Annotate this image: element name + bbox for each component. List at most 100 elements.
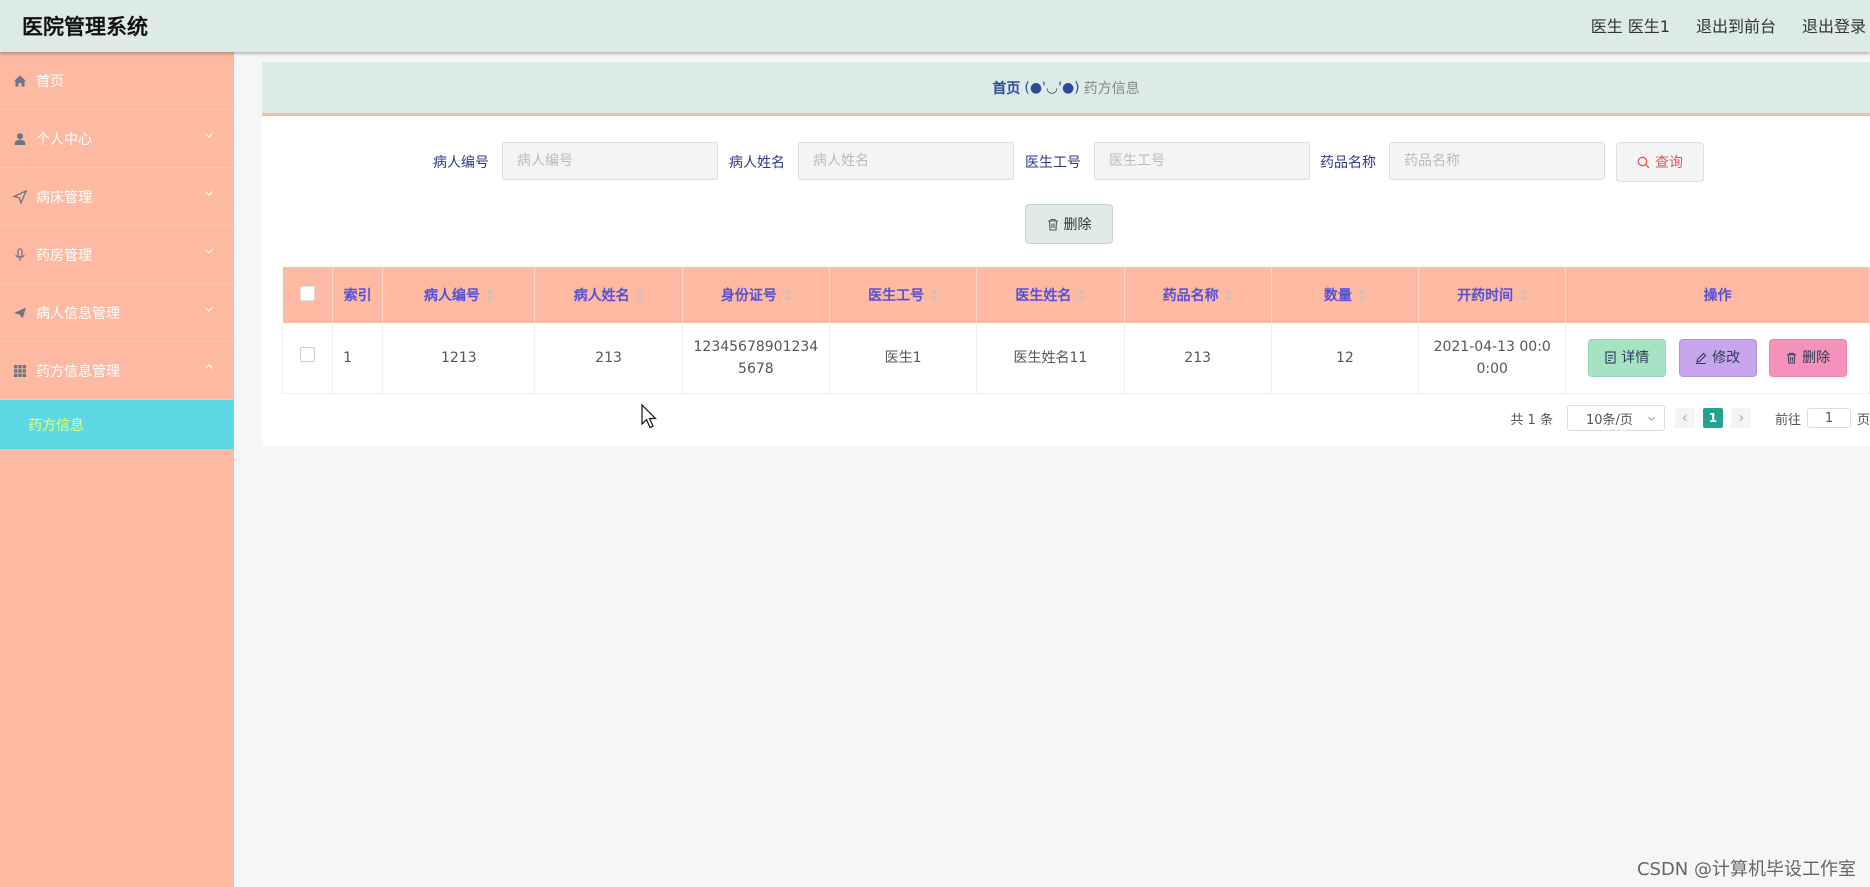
breadcrumb-current: 药方信息: [1083, 80, 1140, 97]
query-button[interactable]: 查询: [1616, 142, 1704, 182]
search-bar: 病人编号 病人姓名 医生工号 药品名称 查询: [262, 142, 1870, 182]
sort-icon[interactable]: [1077, 290, 1086, 302]
select-all-checkbox[interactable]: [299, 285, 315, 301]
sidebar-item-label: 病床管理: [36, 189, 92, 206]
send-icon: [12, 189, 28, 205]
chevron-left-icon: [1682, 414, 1687, 422]
mouse-cursor-icon: [641, 404, 657, 429]
home-icon: [12, 73, 28, 89]
drug-name-input[interactable]: [1389, 142, 1605, 180]
sidebar-item-pharmacy-management[interactable]: 药房管理: [0, 226, 234, 284]
cell-id-card: 123456789012345678: [682, 323, 831, 394]
trash-icon: [1787, 353, 1797, 364]
table-header-row: 索引 病人编号 病人姓名 身份证号 医生工号 医生姓名 药品名称 数量 开药时间…: [282, 267, 1870, 323]
sidebar-subitem-prescription-info[interactable]: 药方信息: [0, 400, 234, 449]
logout-link[interactable]: 退出登录: [1802, 13, 1866, 37]
breadcrumb: 首页 (●'◡'●) 药方信息: [262, 62, 1870, 116]
doctor-no-input[interactable]: [1094, 142, 1310, 180]
app-title: 医院管理系统: [22, 15, 148, 39]
prev-page-button[interactable]: [1674, 408, 1695, 428]
breadcrumb-home[interactable]: 首页: [992, 78, 1020, 98]
column-header-drug-name[interactable]: 药品名称: [1124, 267, 1272, 323]
goto-page-input[interactable]: [1806, 408, 1851, 428]
next-page-button[interactable]: [1730, 408, 1751, 428]
paper-plane-icon: [12, 305, 28, 321]
cell-index: 1: [332, 323, 384, 394]
sidebar-item-home[interactable]: 首页: [0, 52, 234, 110]
watermark: CSDN @计算机毕设工作室: [1636, 859, 1856, 880]
sort-icon[interactable]: [1357, 290, 1366, 302]
chevron-right-icon: [1739, 414, 1744, 422]
column-header-patient-no[interactable]: 病人编号: [382, 267, 536, 323]
row-checkbox[interactable]: [300, 347, 316, 362]
user-icon: [12, 131, 28, 147]
column-header-actions: 操作: [1565, 267, 1870, 323]
patient-no-input[interactable]: [502, 142, 718, 180]
pagination: 共 1 条 10条/页 1 前往 页: [1510, 405, 1870, 431]
chevron-down-icon: [1647, 416, 1656, 421]
column-header-patient-name[interactable]: 病人姓名: [534, 267, 683, 323]
sidebar-item-bed-management[interactable]: 病床管理: [0, 168, 234, 226]
column-header-doctor-no[interactable]: 医生工号: [829, 267, 978, 323]
patient-name-label: 病人姓名: [729, 155, 785, 171]
sidebar-item-prescription-management[interactable]: 药方信息管理: [0, 342, 234, 400]
cell-time: 2021-04-13 00:00:00: [1418, 323, 1567, 394]
batch-delete-button[interactable]: 删除: [1025, 204, 1113, 244]
document-icon: [1605, 351, 1616, 364]
patient-name-input[interactable]: [798, 142, 1014, 180]
goto-label: 前往: [1774, 412, 1801, 428]
top-links: 医生 医生1 退出到前台 退出登录: [1565, 13, 1866, 37]
microphone-icon: [12, 247, 28, 263]
page-unit-label: 页: [1856, 412, 1870, 428]
edit-button[interactable]: 修改: [1678, 339, 1757, 378]
page-number-current[interactable]: 1: [1702, 408, 1723, 428]
sort-icon[interactable]: [635, 290, 644, 302]
pencil-icon: [1696, 352, 1707, 365]
sort-icon[interactable]: [485, 290, 494, 302]
sidebar-item-personal-center[interactable]: 个人中心: [0, 110, 234, 168]
cell-doctor-name: 医生姓名11: [976, 323, 1125, 394]
page-size-select[interactable]: 10条/页: [1566, 405, 1665, 431]
column-header-quantity[interactable]: 数量: [1271, 267, 1420, 323]
cell-patient-no: 1213: [382, 323, 536, 394]
chevron-up-icon: [205, 364, 213, 369]
grid-icon: [12, 363, 28, 379]
cell-actions: 详情 修改 删除: [1565, 323, 1870, 394]
sort-icon[interactable]: [782, 290, 791, 302]
top-bar: 医院管理系统 医生 医生1 退出到前台 退出登录: [0, 0, 1870, 52]
column-header-doctor-name[interactable]: 医生姓名: [976, 267, 1125, 323]
column-header-index: 索引: [332, 267, 384, 323]
row-select-cell: [281, 323, 334, 394]
sort-icon[interactable]: [1224, 290, 1233, 302]
pagination-total: 共 1 条: [1510, 412, 1553, 428]
page-size-value: 10条/页: [1585, 412, 1633, 428]
sidebar-item-label: 首页: [36, 73, 64, 90]
query-button-label: 查询: [1655, 155, 1683, 171]
prescription-table: 索引 病人编号 病人姓名 身份证号 医生工号 医生姓名 药品名称 数量 开药时间…: [281, 267, 1870, 394]
column-header-id-card[interactable]: 身份证号: [682, 267, 831, 323]
cell-doctor-no: 医生1: [829, 323, 978, 394]
sort-icon[interactable]: [1519, 290, 1528, 302]
edit-button-label: 修改: [1712, 350, 1741, 367]
detail-button-label: 详情: [1621, 349, 1650, 366]
sidebar-item-label: 药房管理: [36, 247, 92, 264]
current-user: 医生 医生1: [1590, 17, 1670, 36]
sidebar: 首页 个人中心 病床管理 药房管理 病人信息管理 药方信息管理 药方信息: [0, 52, 234, 887]
table-row: 1 1213 213 123456789012345678 医生1 医生姓名11…: [281, 323, 1870, 394]
doctor-no-label: 医生工号: [1025, 155, 1081, 171]
cell-patient-name: 213: [534, 323, 683, 394]
back-to-front-link[interactable]: 退出到前台: [1696, 13, 1776, 37]
sort-icon[interactable]: [930, 290, 939, 302]
chevron-down-icon: [205, 191, 213, 196]
cell-drug-name: 213: [1124, 323, 1272, 394]
detail-button[interactable]: 详情: [1588, 338, 1667, 377]
search-icon: [1637, 156, 1650, 168]
delete-button[interactable]: 删除: [1769, 339, 1848, 378]
breadcrumb-emoticon: (●'◡'●): [1024, 79, 1080, 96]
patient-no-label: 病人编号: [433, 155, 489, 171]
main-content: 首页 (●'◡'●) 药方信息 病人编号 病人姓名 医生工号 药品名称 查询 删…: [262, 62, 1870, 446]
sidebar-item-patient-info-management[interactable]: 病人信息管理: [0, 284, 234, 342]
chevron-down-icon: [205, 133, 213, 138]
column-header-time[interactable]: 开药时间: [1418, 267, 1567, 323]
sidebar-item-label: 病人信息管理: [36, 305, 120, 322]
